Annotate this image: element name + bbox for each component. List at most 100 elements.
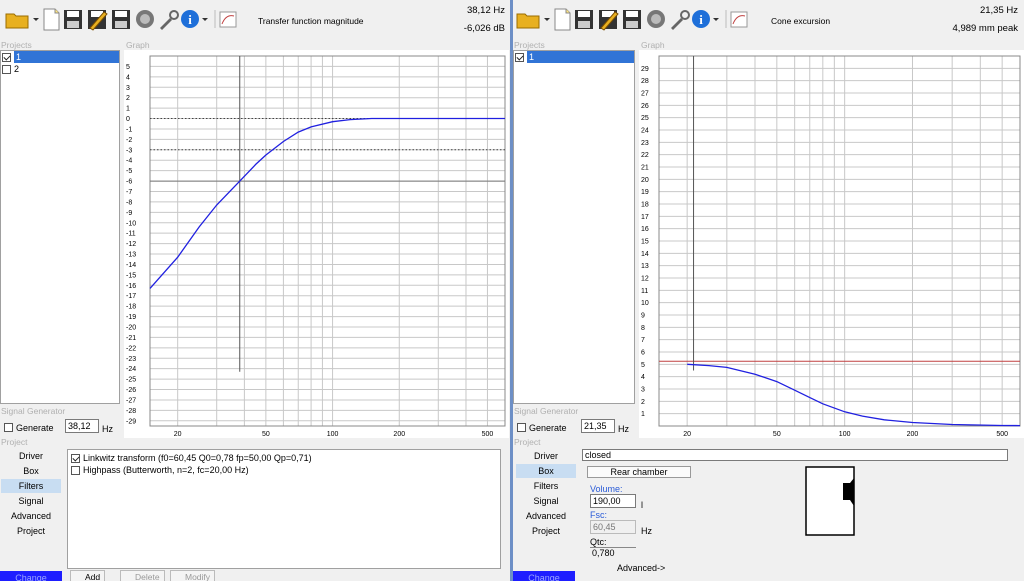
projects-list[interactable]: 1 2 bbox=[0, 50, 120, 404]
y-tick-label: -14 bbox=[126, 262, 136, 269]
projects-label: Projects bbox=[514, 40, 545, 50]
save-edit-icon[interactable] bbox=[88, 10, 108, 31]
nav-filters[interactable]: Filters bbox=[516, 479, 576, 493]
y-tick-label: -22 bbox=[126, 345, 136, 352]
generator-frequency-input[interactable]: 21,35 bbox=[581, 419, 615, 433]
y-tick-label: 0 bbox=[126, 116, 130, 123]
nav-signal[interactable]: Signal bbox=[516, 494, 576, 508]
filter-item[interactable]: Highpass (Butterworth, n=2, fc=20,00 Hz) bbox=[68, 464, 500, 476]
chart-svg[interactable]: 2928272625242322212019181716151413121110… bbox=[639, 50, 1024, 438]
y-tick-label: 27 bbox=[641, 91, 649, 98]
filters-list[interactable]: Linkwitz transform (f0=60,45 Q0=0,78 fp=… bbox=[67, 449, 501, 569]
wrench-icon[interactable] bbox=[671, 10, 690, 30]
y-tick-label: 4 bbox=[126, 74, 130, 81]
y-tick-label: 26 bbox=[641, 103, 649, 110]
y-tick-label: 25 bbox=[641, 115, 649, 122]
project-section-label: Project bbox=[514, 437, 541, 447]
save-all-icon[interactable] bbox=[112, 10, 130, 29]
generate-checkbox[interactable] bbox=[4, 423, 13, 432]
change-button[interactable]: Change bbox=[0, 571, 62, 581]
cone-excursion-graph[interactable]: 29 28 27 26 25 24 23 22 21 20 19 18 17 16 15 14 13 12 11 10… bbox=[639, 50, 1024, 438]
speaker-icon[interactable] bbox=[647, 10, 665, 28]
svg-text:i: i bbox=[699, 12, 703, 27]
nav-project[interactable]: Project bbox=[1, 524, 61, 538]
box-type-select[interactable]: closed bbox=[582, 449, 1008, 461]
save-all-icon[interactable] bbox=[623, 10, 641, 29]
volume-input[interactable]: 190,00 bbox=[590, 494, 636, 508]
modify-button[interactable]: Modify bbox=[170, 570, 216, 581]
x-tick-label: 50 bbox=[262, 431, 270, 438]
advanced-link[interactable]: Advanced-> bbox=[617, 563, 665, 573]
new-file-icon[interactable] bbox=[554, 8, 571, 31]
graph-type-icon[interactable] bbox=[219, 11, 237, 28]
nav-project[interactable]: Project bbox=[516, 524, 576, 538]
graph-type-label[interactable]: Cone excursion bbox=[771, 16, 830, 26]
open-folder-icon[interactable] bbox=[5, 13, 39, 29]
delete-button[interactable]: Delete bbox=[120, 570, 165, 581]
filter-checkbox[interactable] bbox=[71, 453, 80, 463]
signal-generator-label: Signal Generator bbox=[514, 406, 579, 416]
y-tick-label: 6 bbox=[641, 350, 645, 357]
generator-frequency-input[interactable]: 38,12 bbox=[65, 419, 99, 433]
rear-chamber-button[interactable]: Rear chamber bbox=[587, 466, 691, 478]
info-icon[interactable]: i bbox=[692, 10, 719, 28]
save-icon[interactable] bbox=[575, 10, 593, 29]
project-label: 2 bbox=[14, 64, 20, 74]
y-tick-label: -12 bbox=[126, 241, 136, 248]
graph-type-icon[interactable] bbox=[730, 11, 748, 28]
right-pane: i Cone excursion 21,35 Hz 4,989 mm peak … bbox=[513, 0, 1024, 581]
y-tick-label: -24 bbox=[126, 366, 136, 373]
project-item[interactable]: 2 bbox=[1, 63, 119, 75]
change-button[interactable]: Change bbox=[513, 571, 575, 581]
nav-driver[interactable]: Driver bbox=[1, 449, 61, 463]
y-tick-label: -13 bbox=[126, 252, 136, 259]
project-item[interactable]: 1 bbox=[1, 51, 119, 63]
project-item[interactable]: 1 bbox=[514, 51, 634, 63]
x-tick-label: 20 bbox=[683, 431, 691, 438]
y-tick-label: 19 bbox=[641, 189, 649, 196]
nav-driver[interactable]: Driver bbox=[516, 449, 576, 463]
enclosure-outline bbox=[805, 466, 855, 536]
x-tick-label: 500 bbox=[482, 431, 494, 438]
transfer-function-graph[interactable]: 5 4 3 2 1 0 -1 -2 -3 -4 -5 -6 -7 -8 -9 -10 -11 -12 -13 -14 -… bbox=[124, 50, 509, 438]
x-tick-label: 20 bbox=[174, 431, 182, 438]
y-tick-label: 1 bbox=[126, 106, 130, 113]
open-folder-icon[interactable] bbox=[516, 13, 550, 29]
wrench-icon[interactable] bbox=[160, 10, 179, 30]
y-tick-label: 15 bbox=[641, 239, 649, 246]
fsc-label: Fsc: bbox=[590, 510, 607, 520]
x-tick-label: 500 bbox=[996, 431, 1008, 438]
readout-frequency: 21,35 Hz bbox=[979, 5, 1018, 16]
y-tick-label: 12 bbox=[641, 276, 649, 283]
y-tick-label: 20 bbox=[641, 177, 649, 184]
nav-advanced[interactable]: Advanced bbox=[516, 509, 576, 523]
nav-advanced[interactable]: Advanced bbox=[1, 509, 61, 523]
add-button[interactable]: Add bbox=[70, 570, 106, 581]
nav-signal[interactable]: Signal bbox=[1, 494, 61, 508]
y-tick-label: -16 bbox=[126, 283, 136, 290]
generate-checkbox[interactable] bbox=[517, 423, 526, 432]
project-checkbox[interactable] bbox=[2, 64, 11, 74]
save-icon[interactable] bbox=[64, 10, 82, 29]
graph-label: Graph bbox=[126, 40, 150, 50]
new-file-icon[interactable] bbox=[43, 8, 60, 31]
nav-box[interactable]: Box bbox=[516, 464, 576, 478]
y-tick-label: 28 bbox=[641, 78, 649, 85]
filter-item[interactable]: Linkwitz transform (f0=60,45 Q0=0,78 fp=… bbox=[68, 452, 500, 464]
nav-box[interactable]: Box bbox=[1, 464, 61, 478]
save-edit-icon[interactable] bbox=[599, 10, 619, 31]
graph-type-label[interactable]: Transfer function magnitude bbox=[258, 16, 364, 26]
projects-list[interactable]: 1 bbox=[513, 50, 635, 404]
speaker-icon[interactable] bbox=[136, 10, 154, 28]
chart-svg[interactable]: 5 4 3 2 1 0 -1 -2 -3 -4 -5 -6 -7 -8 -9 -10 -11 -12 -13 -14 -… bbox=[124, 50, 509, 438]
nav-filters[interactable]: Filters bbox=[1, 479, 61, 493]
y-tick-label: 5 bbox=[641, 362, 645, 369]
fsc-unit: Hz bbox=[641, 526, 652, 536]
project-checkbox[interactable] bbox=[2, 52, 11, 62]
project-checkbox[interactable] bbox=[515, 52, 524, 62]
box-diagram bbox=[805, 466, 855, 536]
info-icon[interactable]: i bbox=[181, 10, 208, 28]
filter-checkbox[interactable] bbox=[71, 465, 80, 475]
svg-text:i: i bbox=[188, 12, 192, 27]
generator-unit: Hz bbox=[618, 424, 629, 434]
